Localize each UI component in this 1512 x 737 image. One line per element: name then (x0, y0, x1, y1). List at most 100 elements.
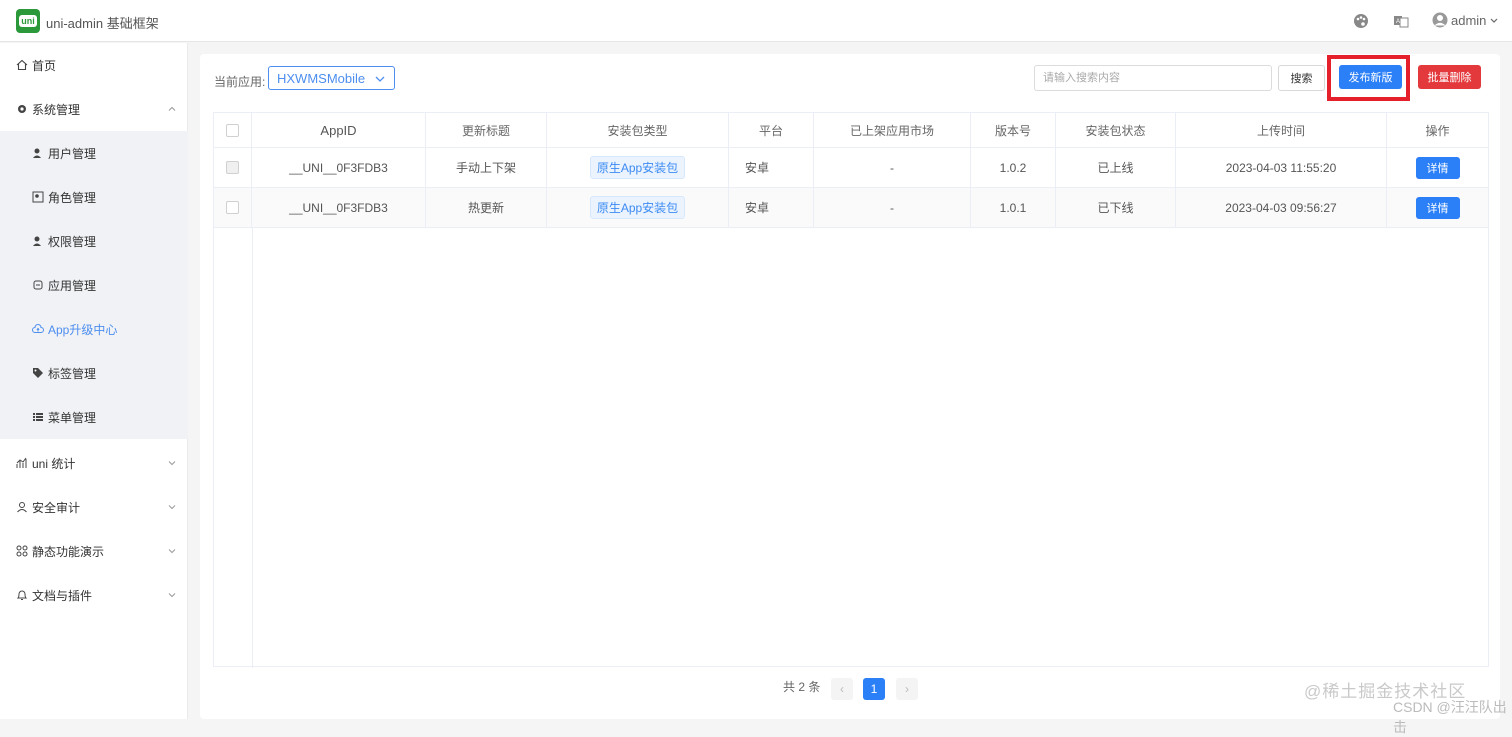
column-header-platform[interactable]: 平台 (729, 113, 814, 147)
chevron-down-icon (1490, 18, 1498, 23)
app-manage-icon (32, 279, 44, 291)
table-row[interactable]: __UNI__0F3FDB3 热更新 原生App安装包 安卓 - 1.0.1 已… (214, 188, 1488, 228)
row-select-cell (214, 148, 252, 187)
cell-status: 已上线 (1056, 148, 1176, 187)
chevron-down-icon (375, 76, 385, 82)
column-header-package-type[interactable]: 安装包类型 (547, 113, 729, 147)
batch-delete-button[interactable]: 批量删除 (1418, 65, 1481, 89)
sidebar-item-static-demo[interactable]: 静态功能演示 (0, 529, 188, 573)
cell-market: - (814, 188, 971, 227)
row-select-cell (214, 188, 252, 227)
column-header-version[interactable]: 版本号 (971, 113, 1056, 147)
sidebar-item-label: 首页 (32, 58, 57, 73)
sidebar-item-security-audit[interactable]: 安全审计 (0, 485, 188, 529)
cell-title: 热更新 (426, 188, 547, 227)
sidebar-item-uni-stats[interactable]: uni 统计 (0, 441, 188, 485)
stats-icon (16, 457, 28, 469)
chevron-down-icon (168, 549, 176, 554)
sidebar-item-app-upgrade[interactable]: App升级中心 (0, 307, 188, 351)
bell-icon (16, 589, 28, 601)
permission-icon (32, 235, 44, 247)
app-select-value: HXWMSMobile (277, 70, 366, 86)
select-all-checkbox[interactable] (226, 123, 239, 137)
select-all-cell (214, 113, 252, 147)
search-input[interactable] (1034, 65, 1272, 91)
cell-action: 详情 (1387, 188, 1488, 227)
sidebar-item-apps[interactable]: 应用管理 (0, 263, 188, 307)
sidebar-item-users[interactable]: 用户管理 (0, 131, 188, 175)
user-manage-icon (32, 147, 44, 159)
sidebar-item-label: 静态功能演示 (32, 544, 105, 559)
column-header-action: 操作 (1425, 123, 1450, 138)
sidebar-item-label: 文档与插件 (32, 588, 93, 603)
sidebar-item-label: 菜单管理 (48, 410, 97, 425)
app-select[interactable]: HXWMSMobile (268, 66, 395, 90)
sidebar-item-tags[interactable]: 标签管理 (0, 351, 188, 395)
pagination-total: 共 2 条 (783, 680, 821, 694)
chevron-down-icon (168, 461, 176, 466)
cell-appid: __UNI__0F3FDB3 (252, 188, 426, 227)
sidebar-item-label: 用户管理 (48, 146, 97, 161)
app-title: uni-admin 基础框架 (46, 16, 159, 31)
avatar-icon (1432, 12, 1448, 28)
cell-package-type: 原生App安装包 (547, 188, 729, 227)
gear-icon (16, 103, 28, 115)
cell-upload-time: 2023-04-03 09:56:27 (1176, 188, 1387, 227)
cell-platform: 安卓 (729, 188, 814, 227)
audit-icon (16, 501, 28, 513)
cell-package-type: 原生App安装包 (547, 148, 729, 187)
row-checkbox[interactable] (226, 161, 239, 174)
sidebar: 首页 系统管理 用户管理 角色管理 权限管理 应用管理 App升级中心 标签管理… (0, 43, 188, 719)
sidebar-item-docs-plugins[interactable]: 文档与插件 (0, 573, 188, 617)
sidebar-item-label: 应用管理 (48, 278, 97, 293)
cell-upload-time: 2023-04-03 11:55:20 (1176, 148, 1387, 187)
cell-platform: 安卓 (729, 148, 814, 187)
pagination-prev-button[interactable]: ‹ (831, 678, 853, 700)
language-icon[interactable]: A (1392, 12, 1410, 30)
tag-icon (32, 367, 44, 379)
app-logo[interactable]: uni (16, 9, 40, 33)
menu-list-icon (32, 411, 44, 423)
top-bar: uni uni-admin 基础框架 A admin (0, 0, 1512, 42)
current-app-label: 当前应用: (214, 75, 266, 89)
version-table: AppID 更新标题 安装包类型 平台 已上架应用市场 版本号 安装包状态 上传… (213, 112, 1489, 668)
sidebar-item-menus[interactable]: 菜单管理 (0, 395, 188, 439)
cell-version: 1.0.2 (971, 148, 1056, 187)
column-header-title[interactable]: 更新标题 (426, 113, 547, 147)
table-row[interactable]: __UNI__0F3FDB3 手动上下架 原生App安装包 安卓 - 1.0.2… (214, 148, 1488, 188)
sidebar-item-label: 标签管理 (48, 366, 97, 381)
chevron-down-icon (168, 593, 176, 598)
sidebar-item-roles[interactable]: 角色管理 (0, 175, 188, 219)
column-header-upload-time[interactable]: 上传时间 (1176, 113, 1387, 147)
pagination-page-1[interactable]: 1 (863, 678, 885, 700)
cell-status: 已下线 (1056, 188, 1176, 227)
palette-icon[interactable] (1352, 12, 1370, 30)
column-header-market[interactable]: 已上架应用市场 (814, 113, 971, 147)
main-panel: 当前应用: HXWMSMobile 搜索 发布新版 批量删除 AppID 更新标… (200, 54, 1500, 719)
user-menu[interactable]: admin (1432, 12, 1499, 28)
cell-action: 详情 (1387, 148, 1488, 187)
row-checkbox[interactable] (226, 201, 239, 214)
role-icon (32, 191, 44, 203)
cell-appid: __UNI__0F3FDB3 (252, 148, 426, 187)
sidebar-item-system[interactable]: 系统管理 (0, 87, 188, 131)
chevron-up-icon (168, 106, 176, 111)
sidebar-item-label: 系统管理 (32, 102, 81, 117)
detail-button[interactable]: 详情 (1415, 156, 1460, 179)
column-header-status[interactable]: 安装包状态 (1056, 113, 1176, 147)
search-button[interactable]: 搜索 (1278, 65, 1325, 91)
cell-version: 1.0.1 (971, 188, 1056, 227)
chevron-down-icon (168, 505, 176, 510)
svg-text:A: A (1396, 19, 1400, 25)
sidebar-item-label: 安全审计 (32, 500, 81, 515)
cloud-upgrade-icon (32, 323, 44, 335)
column-header-appid[interactable]: AppID (252, 113, 426, 147)
detail-button[interactable]: 详情 (1415, 196, 1460, 219)
cell-title: 手动上下架 (426, 148, 547, 187)
pagination-next-button[interactable]: › (896, 678, 918, 700)
sidebar-item-home[interactable]: 首页 (0, 43, 188, 87)
sidebar-item-permissions[interactable]: 权限管理 (0, 219, 188, 263)
publish-new-version-button[interactable]: 发布新版 (1339, 65, 1402, 89)
cell-market: - (814, 148, 971, 187)
sidebar-item-label: 角色管理 (48, 190, 97, 205)
